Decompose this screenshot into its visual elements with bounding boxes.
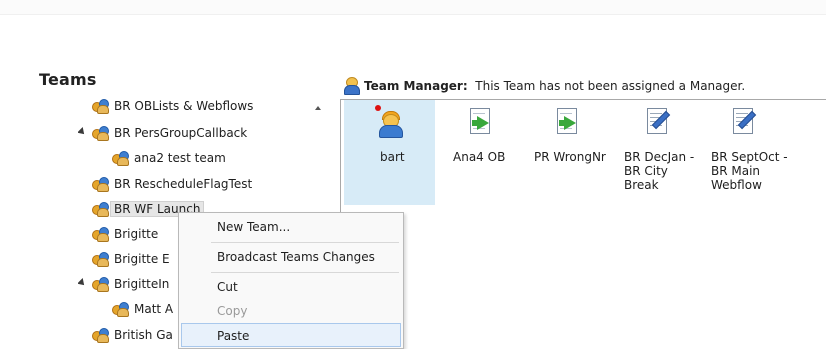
tree-item-label: BR PersGroupCallback <box>114 126 248 140</box>
menu-item-new-team[interactable]: New Team... <box>179 215 403 239</box>
team-members-panel[interactable]: bart Ana4 OB PR WrongNr BR DecJan - BR C… <box>340 99 826 348</box>
tree-item-label: BR OBLists & Webflows <box>114 99 254 113</box>
member-label: BR SeptOct - BR Main Webflow <box>711 150 788 192</box>
menu-item-broadcast-teams-changes[interactable]: Broadcast Teams Changes <box>179 245 403 269</box>
tree-item-british-ga[interactable]: British Ga <box>92 324 173 346</box>
tree-item-br-persgroupcallback[interactable]: BR PersGroupCallback <box>92 122 247 144</box>
team-icon <box>92 98 109 114</box>
member-label: BR DecJan - BR City Break <box>624 150 695 192</box>
member-tile-bart[interactable]: bart <box>344 100 435 205</box>
team-icon <box>92 125 109 141</box>
tree-item-br-oblists-webflows[interactable]: BR OBLists & Webflows <box>92 98 253 117</box>
context-menu: New Team... Broadcast Teams Changes Cut … <box>178 212 404 349</box>
member-label: Ana4 OB <box>453 150 506 164</box>
expand-arrow-icon[interactable] <box>78 127 87 137</box>
document-arrow-icon <box>555 108 579 136</box>
menu-item-cut[interactable]: Cut <box>179 275 403 299</box>
member-tile-br-septoct[interactable]: BR SeptOct - BR Main Webflow <box>704 100 804 205</box>
member-tile-br-decjan[interactable]: BR DecJan - BR City Break <box>617 100 702 205</box>
menu-item-copy[interactable]: Copy <box>179 299 403 323</box>
document-pencil-icon <box>731 108 757 136</box>
tree-item-brigitte[interactable]: Brigitte <box>92 223 158 245</box>
tree-item-label: BR RescheduleFlagTest <box>114 177 253 191</box>
member-tile-pr-wrongnr[interactable]: PR WrongNr <box>522 100 607 205</box>
tree-item-matt-a[interactable]: Matt A <box>112 298 173 320</box>
document-pencil-icon <box>645 108 671 136</box>
team-icon <box>92 276 109 292</box>
tree-item-brigittein[interactable]: BrigitteIn <box>92 273 169 295</box>
team-manager-header: Team Manager: This Team has not been ass… <box>344 76 745 96</box>
tree-item-ana2-test-team[interactable]: ana2 test team <box>112 147 226 169</box>
team-icon <box>92 327 109 343</box>
tree-item-label: ana2 test team <box>134 151 226 165</box>
team-icon <box>112 150 129 166</box>
menu-separator <box>211 272 399 273</box>
team-manager-label: Team Manager: <box>364 79 468 93</box>
team-icon <box>112 301 129 317</box>
top-toolbar-strip <box>0 0 826 15</box>
tree-item-label: British Ga <box>114 328 173 342</box>
menu-item-paste[interactable]: Paste <box>181 323 401 347</box>
member-label: PR WrongNr <box>534 150 606 164</box>
team-icon <box>92 226 109 242</box>
team-icon <box>92 201 109 217</box>
member-tile-ana4-ob[interactable]: Ana4 OB <box>437 100 522 205</box>
tree-item-label: Brigitte <box>114 227 159 241</box>
tree-item-label: Matt A <box>134 302 174 316</box>
team-manager-text: This Team has not been assigned a Manage… <box>475 79 746 93</box>
document-arrow-icon <box>468 108 492 136</box>
tree-item-brigitte-e[interactable]: Brigitte E <box>92 248 170 270</box>
team-icon <box>92 251 109 267</box>
member-label: bart <box>380 150 405 164</box>
menu-separator <box>211 242 399 243</box>
tree-item-label: BrigitteIn <box>114 277 170 291</box>
manager-icon <box>344 76 360 95</box>
expand-arrow-icon[interactable] <box>78 278 87 288</box>
scroll-up-arrow-icon[interactable] <box>315 106 321 110</box>
tree-item-br-rescheduleflagtest[interactable]: BR RescheduleFlagTest <box>92 173 252 195</box>
agent-icon <box>375 105 403 138</box>
team-icon <box>92 176 109 192</box>
teams-heading: Teams <box>39 70 97 89</box>
tree-item-label: Brigitte E <box>114 252 170 266</box>
